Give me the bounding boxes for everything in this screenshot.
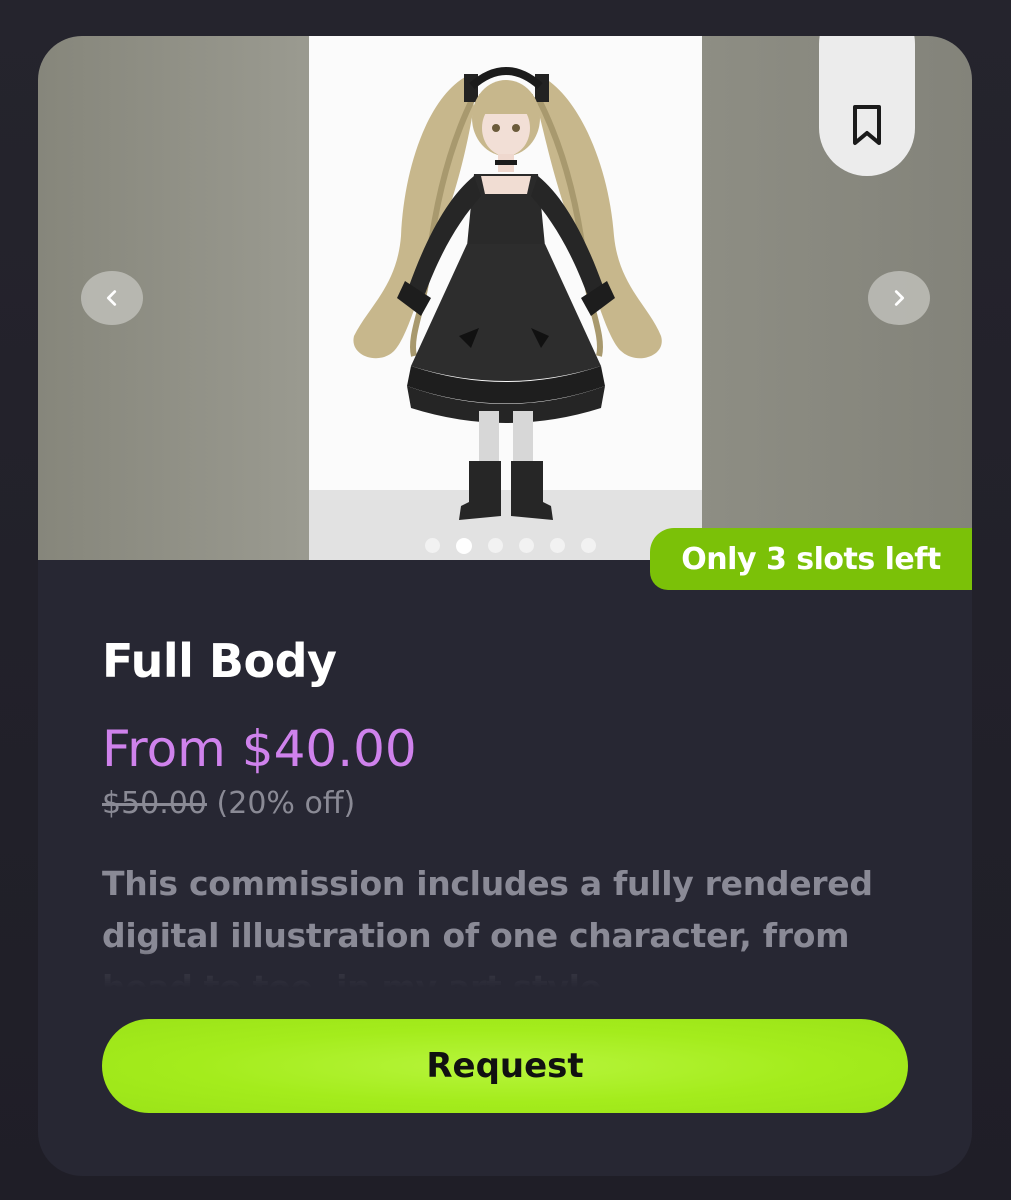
page: Only 3 slots left Full Body From $40.00 … <box>0 0 1011 1200</box>
original-price-line: $50.00 (20% off) <box>102 786 355 821</box>
prev-image-button[interactable] <box>81 271 143 325</box>
image-gallery[interactable] <box>38 36 972 560</box>
chevron-right-icon <box>894 290 905 306</box>
pagination-dot[interactable] <box>425 538 440 553</box>
listing-title: Full Body <box>102 634 337 688</box>
pagination-dots <box>425 538 596 554</box>
slots-left-badge: Only 3 slots left <box>650 528 972 590</box>
listing-description: This commission includes a fully rendere… <box>102 864 873 988</box>
bookmark-button[interactable] <box>819 36 915 176</box>
current-price: From $40.00 <box>102 720 417 778</box>
pagination-dot[interactable] <box>488 538 503 553</box>
pagination-dot[interactable] <box>550 538 565 553</box>
gallery-image <box>309 36 702 560</box>
next-image-button[interactable] <box>868 271 930 325</box>
commission-card: Only 3 slots left Full Body From $40.00 … <box>38 36 972 1176</box>
pagination-dot[interactable] <box>519 538 534 553</box>
character-illustration <box>353 67 662 520</box>
pagination-dot-active[interactable] <box>456 538 472 554</box>
request-button[interactable]: Request <box>102 1019 908 1113</box>
chevron-left-icon <box>106 290 117 306</box>
discount-label: (20% off) <box>216 786 356 821</box>
pagination-dot[interactable] <box>581 538 596 553</box>
original-price: $50.00 <box>102 786 207 821</box>
bookmark-icon <box>853 105 881 145</box>
